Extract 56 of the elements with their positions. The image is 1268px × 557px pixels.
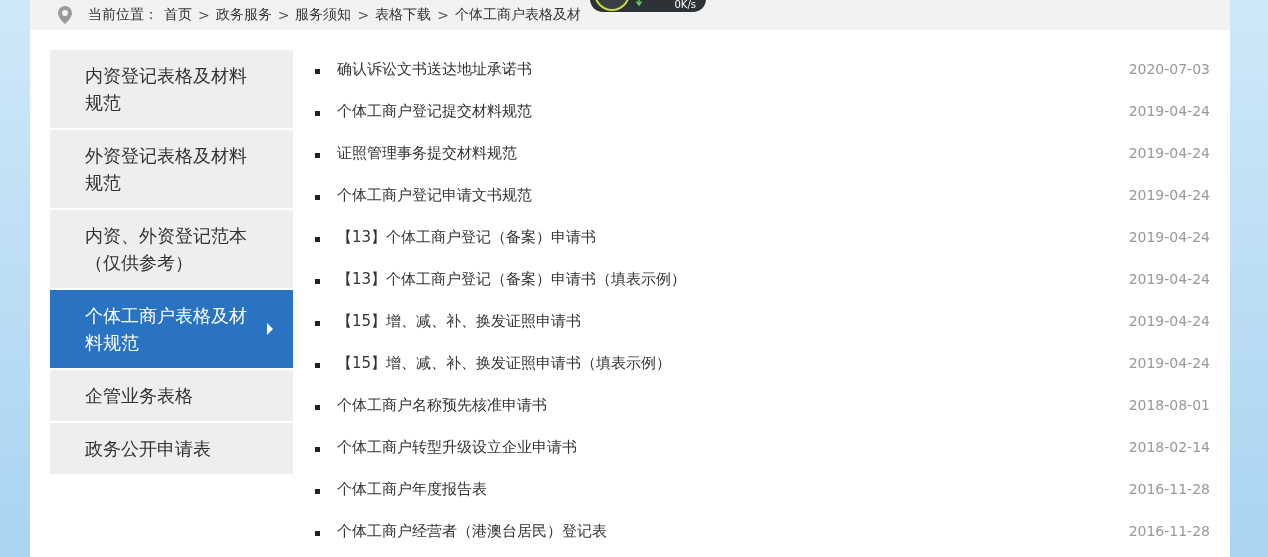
document-date: 2018-02-14: [1128, 439, 1210, 455]
document-link[interactable]: 个体工商户登记申请文书规范: [337, 185, 1129, 205]
document-date: 2019-04-24: [1128, 313, 1210, 329]
bullet-icon: [315, 488, 320, 494]
document-link[interactable]: 确认诉讼文书送达地址承诺书: [337, 59, 1129, 79]
document-link[interactable]: 个体工商户登记提交材料规范: [337, 101, 1129, 121]
breadcrumb-separator: >: [437, 7, 449, 23]
breadcrumb-link[interactable]: 政务服务: [215, 6, 272, 24]
sidebar-item[interactable]: 外资登记表格及材料规范: [50, 130, 293, 208]
bullet-icon: [315, 530, 320, 536]
sidebar-item[interactable]: 内资、外资登记范本（仅供参考）: [50, 210, 293, 288]
document-link[interactable]: 【13】个体工商户登记（备案）申请书: [337, 227, 1129, 247]
breadcrumb-link[interactable]: 个体工商户表格及材: [454, 6, 581, 24]
breadcrumb-separator: >: [198, 7, 210, 23]
bullet-icon: [315, 236, 320, 242]
breadcrumb-separator: >: [357, 7, 370, 23]
download-arrow-icon: [636, 0, 642, 6]
bullet-icon: [315, 152, 320, 158]
speed-reading: 0K/s: [674, 0, 696, 10]
document-link[interactable]: 【13】个体工商户登记（备案）申请书（填表示例）: [337, 269, 1129, 289]
breadcrumb-link[interactable]: 首页: [164, 6, 192, 24]
location-pin-icon: [58, 6, 72, 24]
document-date: 2019-04-24: [1128, 229, 1210, 245]
bullet-icon: [315, 110, 320, 116]
document-date: 2016-11-28: [1128, 523, 1210, 539]
document-date: 2019-04-24: [1128, 355, 1210, 371]
document-link[interactable]: 个体工商户名称预先核准申请书: [337, 395, 1129, 415]
bullet-icon: [315, 404, 320, 410]
document-date: 2019-04-24: [1128, 145, 1210, 161]
bullet-icon: [315, 278, 320, 284]
bullet-icon: [315, 194, 320, 200]
document-link[interactable]: 证照管理事务提交材料规范: [337, 143, 1129, 163]
breadcrumb-separator: >: [277, 7, 290, 23]
bullet-icon: [315, 68, 320, 74]
sidebar-item[interactable]: 企管业务表格: [50, 370, 293, 421]
document-link[interactable]: 个体工商户年度报告表: [337, 479, 1129, 499]
bullet-icon: [315, 446, 320, 452]
sidebar-item[interactable]: 个体工商户表格及材料规范: [50, 290, 293, 368]
document-date: 2019-04-24: [1128, 103, 1210, 119]
breadcrumb-link[interactable]: 表格下载: [375, 6, 432, 24]
document-link[interactable]: 【15】增、减、补、换发证照申请书（填表示例）: [337, 353, 1129, 373]
breadcrumb-link[interactable]: 服务须知: [295, 6, 352, 24]
caret-icon: [267, 323, 273, 335]
bullet-icon: [315, 362, 320, 368]
bullet-icon: [315, 320, 320, 326]
document-date: 2019-04-24: [1128, 187, 1210, 203]
sidebar-item[interactable]: 内资登记表格及材料规范: [50, 50, 293, 128]
sidebar-item[interactable]: 政务公开申请表: [50, 423, 293, 474]
document-date: 2018-08-01: [1128, 397, 1210, 413]
document-link[interactable]: 【15】增、减、补、换发证照申请书: [337, 311, 1129, 331]
document-link[interactable]: 个体工商户经营者（港澳台居民）登记表: [337, 521, 1129, 541]
document-link[interactable]: 个体工商户转型升级设立企业申请书: [337, 437, 1129, 457]
document-date: 2019-04-24: [1128, 271, 1210, 287]
document-date: 2020-07-03: [1128, 61, 1210, 77]
breadcrumb-label: 当前位置：: [88, 6, 158, 24]
document-date: 2016-11-28: [1128, 481, 1210, 497]
